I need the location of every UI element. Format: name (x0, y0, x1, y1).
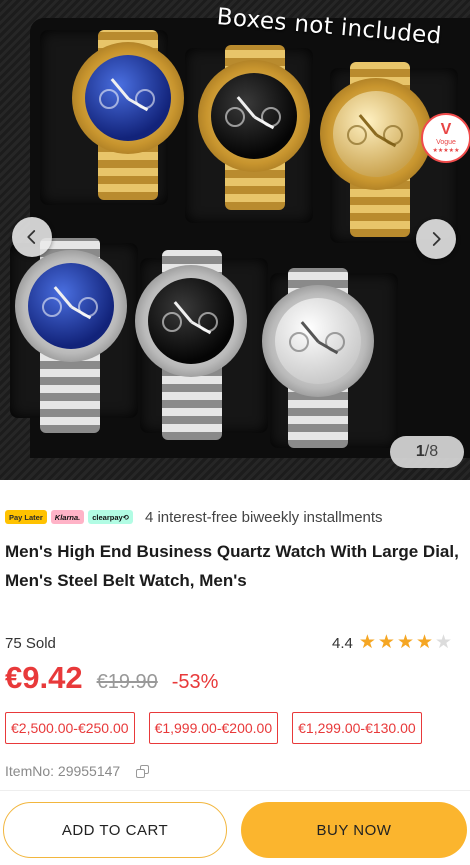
watch-silver-blue (15, 250, 127, 362)
watch-gold-champagne (320, 78, 432, 190)
star-icon: ★ (396, 632, 414, 653)
watch-gold-blue (72, 42, 184, 154)
rating-value: 4.4 (332, 634, 353, 652)
discount-percent: -53% (171, 671, 219, 693)
coupon-tag[interactable]: €2,500.00-€250.00 (5, 712, 135, 744)
star-icon: ★ (377, 632, 395, 653)
chevron-left-icon (27, 230, 36, 244)
coupon-list: €2,500.00-€250.00 €1,999.00-€200.00 €1,2… (5, 712, 422, 744)
watch-silver-black (135, 265, 247, 377)
price-row: €9.42 €19.90 -53% (5, 660, 218, 700)
sold-count: 75 Sold (5, 635, 56, 652)
product-title: Men's High End Business Quartz Watch Wit… (5, 542, 459, 590)
image-counter: 1 /8 (390, 436, 464, 468)
vogue-badge-stars: ★★★★★ (432, 147, 460, 154)
image-counter-current: 1 (415, 443, 425, 460)
add-to-cart-button[interactable]: ADD TO CART (3, 802, 227, 858)
item-number-text: ItemNo: 29955147 (5, 763, 121, 779)
image-counter-total: /8 (424, 443, 439, 460)
product-image-gallery[interactable]: Boxes not included V Vogue ★★★★★ 1 /8 (0, 0, 470, 480)
vogue-badge: V Vogue ★★★★★ (421, 113, 470, 163)
item-number: ItemNo: 29955147 (5, 763, 150, 779)
installment-info[interactable]: Pay Later Klarna. clearpay⟲ 4 interest-f… (5, 507, 383, 527)
watch-gold-black (198, 60, 310, 172)
vogue-badge-text: Vogue (436, 138, 456, 146)
original-price: €19.90 (96, 671, 158, 693)
product-rating[interactable]: 4.4 ★ ★ ★ ★ ★ (332, 633, 452, 653)
star-icon: ★ (416, 632, 434, 653)
next-image-button[interactable] (416, 219, 456, 259)
clearpay-logo: clearpay⟲ (88, 510, 133, 524)
watch-silver-white (262, 285, 374, 397)
star-icon: ★ (358, 632, 376, 653)
previous-image-button[interactable] (12, 217, 52, 257)
action-bar: ADD TO CART BUY NOW (0, 790, 470, 865)
klarna-logo: Klarna. (50, 510, 85, 524)
vogue-badge-letter: V (440, 120, 452, 138)
coupon-tag[interactable]: €1,299.00-€130.00 (292, 712, 422, 744)
chevron-right-icon (432, 232, 441, 246)
installment-text: 4 interest-free biweekly installments (144, 508, 383, 526)
buy-now-button[interactable]: BUY NOW (241, 802, 467, 858)
star-empty-icon: ★ (435, 632, 453, 653)
current-price: €9.42 (5, 660, 83, 695)
coupon-tag[interactable]: €1,999.00-€200.00 (148, 712, 279, 744)
copy-icon[interactable] (136, 764, 150, 778)
paylater-logo: Pay Later (5, 510, 47, 524)
